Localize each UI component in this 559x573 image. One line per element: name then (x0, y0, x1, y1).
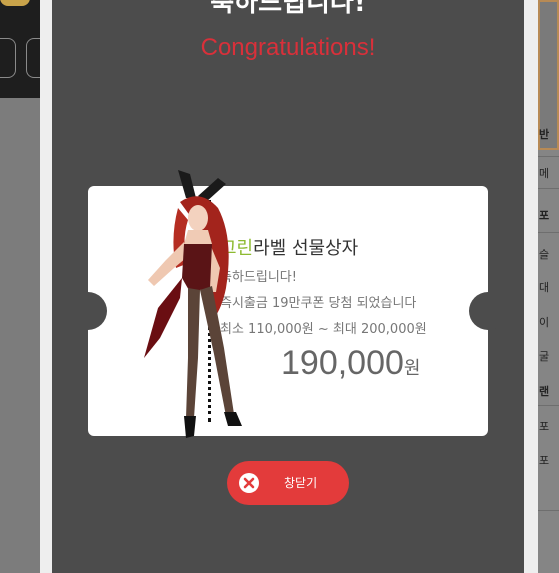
close-circle-icon (239, 473, 259, 493)
sidebar-text: 굴 (539, 351, 550, 363)
background-logo (0, 0, 30, 6)
sidebar-text: 포 (539, 210, 550, 222)
divider (538, 232, 559, 233)
sidebar-text: 대 (539, 282, 550, 294)
sidebar-text: 포 (539, 421, 550, 433)
divider (538, 510, 559, 511)
bunny-girl-illustration (144, 170, 242, 438)
modal-heading: 축하드립니다! (210, 0, 366, 18)
ticket-notch-right (469, 292, 507, 330)
sidebar-text: 메 (539, 168, 550, 180)
divider (538, 156, 559, 157)
background-top-bar (0, 0, 52, 98)
ticket-title-rest: 라벨 선물상자 (253, 238, 359, 259)
background-button (0, 38, 16, 78)
divider (538, 188, 559, 189)
background-content-edge (524, 0, 538, 573)
modal-subheading: Congratulations! (200, 34, 376, 61)
sidebar-text: 슬 (539, 249, 550, 261)
sidebar-text: 포 (539, 455, 550, 467)
close-window-button[interactable]: 창닫기 (227, 461, 349, 505)
sidebar-text: 랜 (539, 386, 550, 398)
prize-modal: 축하드립니다! Congratulations! 그린라벨 선물상자 축하드립니… (52, 0, 524, 573)
background-content-edge (40, 0, 52, 573)
background-right-sidebar: 반 메 포 슬 대 이 굴 랜 포 포 (538, 0, 559, 573)
ticket-amount-value: 190,000 (281, 344, 404, 382)
sidebar-text: 반 (539, 129, 550, 141)
ticket-amount: 190,000원 (281, 344, 420, 383)
ticket-range-text: 최소 110,000원 ~ 최대 200,000원 (220, 322, 427, 337)
ticket-amount-unit: 원 (403, 358, 421, 379)
sidebar-text: 이 (539, 317, 550, 329)
ticket-notch-left (69, 292, 107, 330)
close-button-label: 창닫기 (284, 476, 318, 490)
divider (538, 405, 559, 406)
background-left-panel (0, 0, 52, 573)
